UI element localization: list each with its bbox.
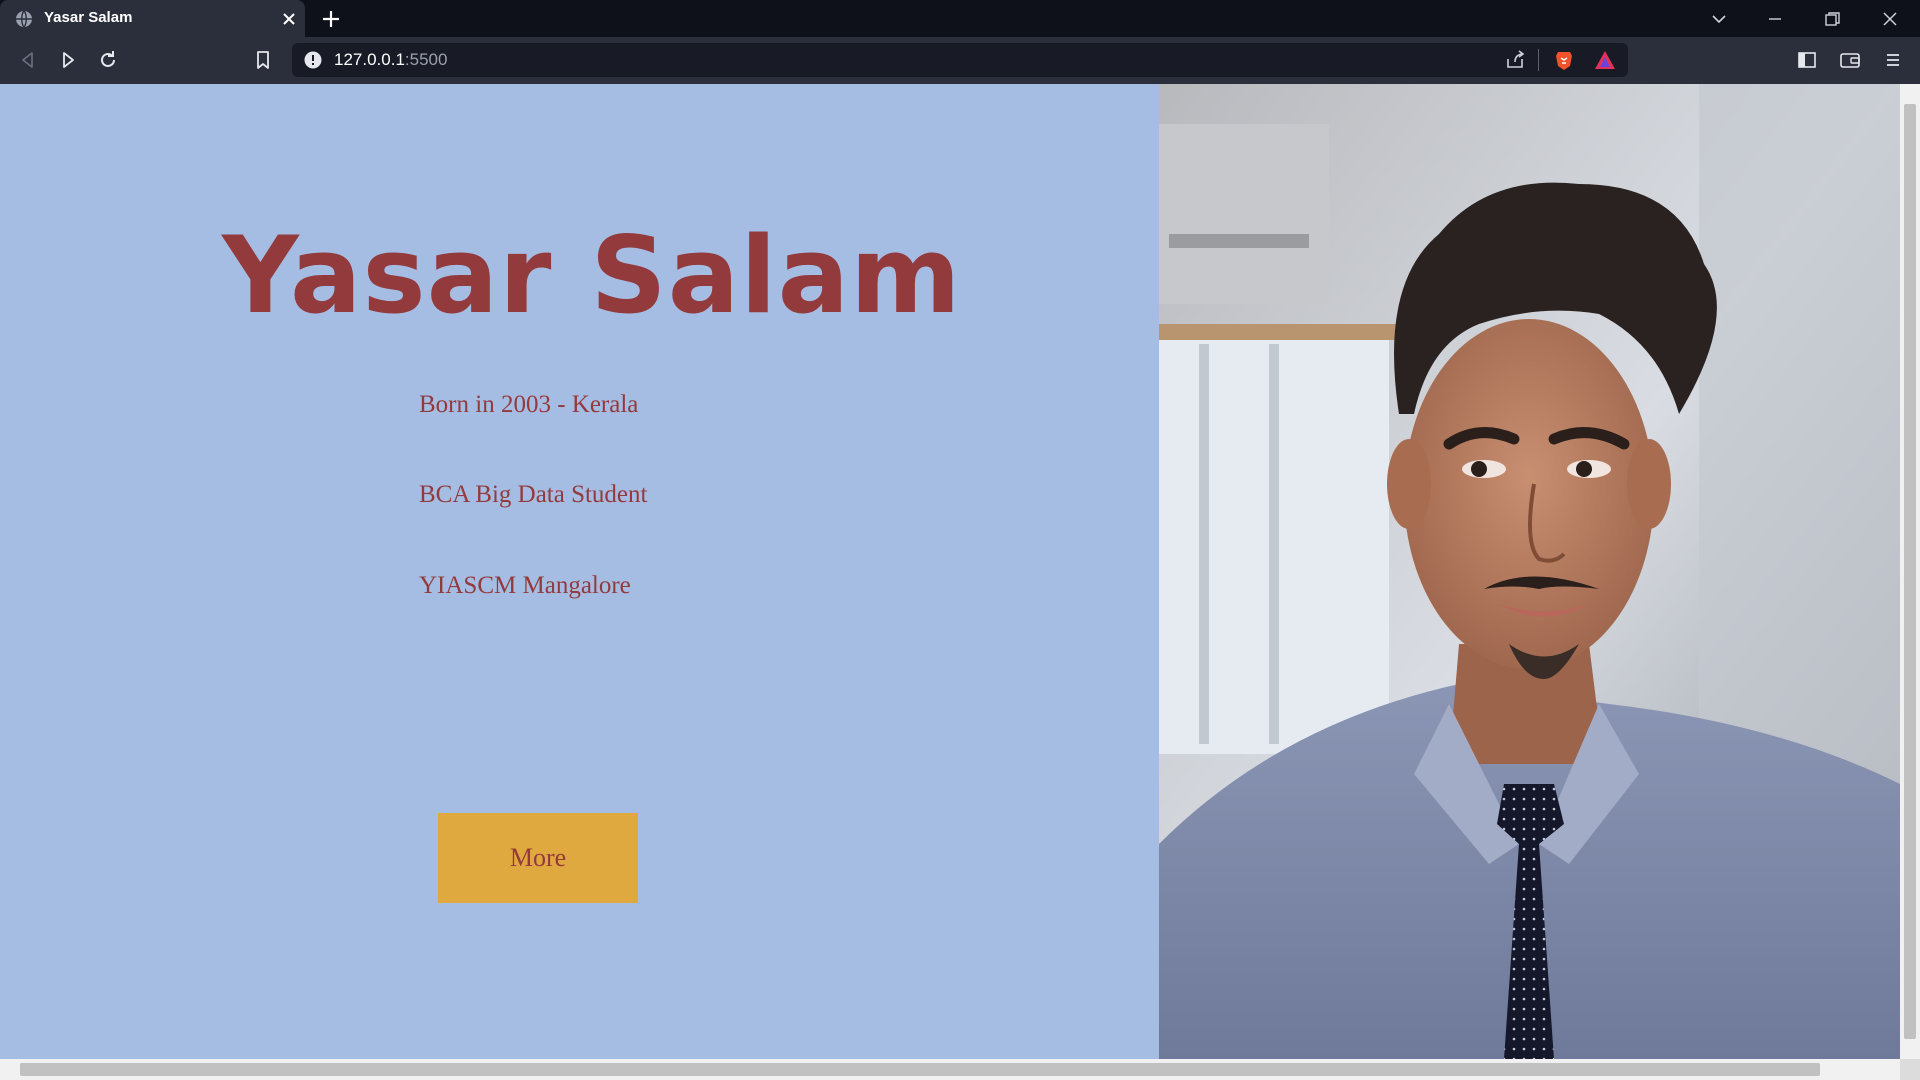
share-icon[interactable]	[1503, 48, 1527, 72]
portrait-image	[1159, 84, 1900, 1059]
plus-icon[interactable]	[320, 8, 342, 30]
page-title: Yasar Salam	[222, 214, 962, 337]
url-divider	[1538, 49, 1539, 71]
sidebar-icon[interactable]	[1795, 48, 1819, 72]
scrollbar-corner	[1900, 1059, 1920, 1080]
page-viewport: Yasar Salam Born in 2003 - Kerala BCA Bi…	[0, 84, 1900, 1059]
address-bar[interactable]	[292, 43, 1628, 77]
browser-tab[interactable]: Yasar Salam	[0, 0, 305, 37]
info-icon[interactable]	[303, 50, 323, 70]
tab-title: Yasar Salam	[44, 9, 133, 26]
bookmark-icon[interactable]	[251, 48, 275, 72]
vertical-scrollbar[interactable]	[1900, 84, 1920, 1059]
horizontal-scrollbar[interactable]	[0, 1059, 1920, 1080]
profile-photo	[1159, 84, 1900, 1059]
brave-lion-icon[interactable]	[1552, 48, 1576, 72]
url-port: :5500	[404, 50, 448, 69]
rewards-triangle-icon[interactable]	[1593, 48, 1617, 72]
back-icon[interactable]	[16, 48, 40, 72]
vertical-scroll-thumb[interactable]	[1904, 104, 1916, 1039]
wallet-icon[interactable]	[1838, 48, 1862, 72]
forward-icon[interactable]	[56, 48, 80, 72]
hamburger-menu-icon[interactable]	[1881, 48, 1905, 72]
info-college: YIASCM Mangalore	[419, 572, 631, 599]
url-host: 127.0.0.1	[334, 50, 405, 69]
tab-strip: Yasar Salam	[0, 0, 1920, 37]
close-icon[interactable]	[280, 10, 298, 28]
close-window-icon[interactable]	[1877, 6, 1903, 32]
minimize-icon[interactable]	[1762, 6, 1788, 32]
info-course: BCA Big Data Student	[419, 481, 648, 508]
restore-icon[interactable]	[1819, 6, 1845, 32]
info-birth: Born in 2003 - Kerala	[419, 391, 639, 418]
horizontal-scroll-thumb[interactable]	[20, 1063, 1820, 1076]
reload-icon[interactable]	[96, 48, 120, 72]
globe-icon	[16, 10, 32, 28]
more-button[interactable]: More	[438, 813, 638, 903]
url-text[interactable]: 127.0.0.1:5500	[334, 50, 447, 70]
profile-info-panel: Yasar Salam Born in 2003 - Kerala BCA Bi…	[0, 84, 1159, 1059]
chevron-down-icon[interactable]	[1706, 6, 1732, 32]
